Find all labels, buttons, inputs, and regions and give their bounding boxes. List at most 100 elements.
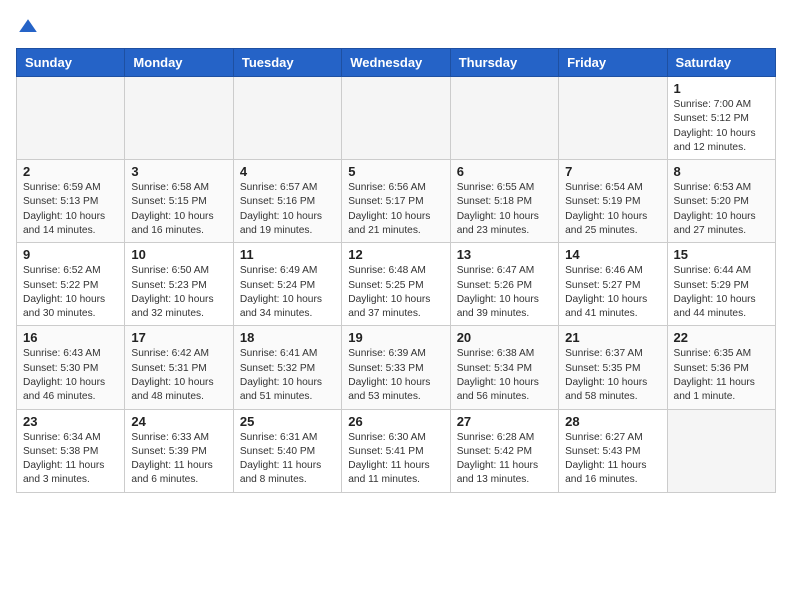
calendar-header-sunday: Sunday [17, 49, 125, 77]
day-number: 6 [457, 164, 552, 179]
day-number: 18 [240, 330, 335, 345]
day-info: Sunrise: 6:33 AM Sunset: 5:39 PM Dayligh… [131, 431, 226, 488]
calendar-cell: 11 Sunrise: 6:49 AM Sunset: 5:24 PM Dayli… [233, 243, 341, 326]
calendar-week-row: 9 Sunrise: 6:52 AM Sunset: 5:22 PM Daylig… [17, 243, 776, 326]
day-info: Sunrise: 6:28 AM Sunset: 5:42 PM Dayligh… [457, 431, 552, 488]
day-number: 21 [565, 330, 660, 345]
logo [16, 16, 44, 40]
calendar-cell [667, 409, 775, 492]
day-number: 19 [348, 330, 443, 345]
day-number: 17 [131, 330, 226, 345]
day-info: Sunrise: 6:52 AM Sunset: 5:22 PM Dayligh… [23, 264, 118, 321]
calendar-cell: 3 Sunrise: 6:58 AM Sunset: 5:15 PM Daylig… [125, 160, 233, 243]
calendar-cell: 6 Sunrise: 6:55 AM Sunset: 5:18 PM Daylig… [450, 160, 558, 243]
calendar-cell: 22 Sunrise: 6:35 AM Sunset: 5:36 PM Dayli… [667, 326, 775, 409]
calendar-header-row: SundayMondayTuesdayWednesdayThursdayFrid… [17, 49, 776, 77]
day-info: Sunrise: 6:53 AM Sunset: 5:20 PM Dayligh… [674, 181, 769, 238]
day-number: 26 [348, 414, 443, 429]
day-number: 22 [674, 330, 769, 345]
calendar-table: SundayMondayTuesdayWednesdayThursdayFrid… [16, 48, 776, 493]
calendar-cell [559, 77, 667, 160]
calendar-cell: 24 Sunrise: 6:33 AM Sunset: 5:39 PM Dayli… [125, 409, 233, 492]
day-info: Sunrise: 6:49 AM Sunset: 5:24 PM Dayligh… [240, 264, 335, 321]
calendar-week-row: 16 Sunrise: 6:43 AM Sunset: 5:30 PM Dayli… [17, 326, 776, 409]
day-number: 20 [457, 330, 552, 345]
calendar-cell [17, 77, 125, 160]
calendar-header-saturday: Saturday [667, 49, 775, 77]
calendar-cell: 7 Sunrise: 6:54 AM Sunset: 5:19 PM Daylig… [559, 160, 667, 243]
calendar-week-row: 23 Sunrise: 6:34 AM Sunset: 5:38 PM Dayli… [17, 409, 776, 492]
day-number: 3 [131, 164, 226, 179]
calendar-cell: 15 Sunrise: 6:44 AM Sunset: 5:29 PM Dayli… [667, 243, 775, 326]
day-number: 28 [565, 414, 660, 429]
day-number: 2 [23, 164, 118, 179]
calendar-cell: 1Sunrise: 7:00 AM Sunset: 5:12 PM Daylig… [667, 77, 775, 160]
day-number: 14 [565, 247, 660, 262]
calendar-cell: 20 Sunrise: 6:38 AM Sunset: 5:34 PM Dayli… [450, 326, 558, 409]
calendar-cell: 14 Sunrise: 6:46 AM Sunset: 5:27 PM Dayli… [559, 243, 667, 326]
day-number: 11 [240, 247, 335, 262]
calendar-week-row: 1Sunrise: 7:00 AM Sunset: 5:12 PM Daylig… [17, 77, 776, 160]
calendar-cell: 27 Sunrise: 6:28 AM Sunset: 5:42 PM Dayli… [450, 409, 558, 492]
calendar-cell: 28Sunrise: 6:27 AM Sunset: 5:43 PM Dayli… [559, 409, 667, 492]
calendar-cell: 21 Sunrise: 6:37 AM Sunset: 5:35 PM Dayli… [559, 326, 667, 409]
calendar-cell [125, 77, 233, 160]
calendar-cell: 17 Sunrise: 6:42 AM Sunset: 5:31 PM Dayli… [125, 326, 233, 409]
day-info: Sunrise: 6:46 AM Sunset: 5:27 PM Dayligh… [565, 264, 660, 321]
calendar-cell: 13Sunrise: 6:47 AM Sunset: 5:26 PM Dayli… [450, 243, 558, 326]
calendar-header-monday: Monday [125, 49, 233, 77]
calendar-cell: 4 Sunrise: 6:57 AM Sunset: 5:16 PM Daylig… [233, 160, 341, 243]
day-info: Sunrise: 6:50 AM Sunset: 5:23 PM Dayligh… [131, 264, 226, 321]
calendar-cell: 26 Sunrise: 6:30 AM Sunset: 5:41 PM Dayli… [342, 409, 450, 492]
day-info: Sunrise: 6:38 AM Sunset: 5:34 PM Dayligh… [457, 347, 552, 404]
day-number: 12 [348, 247, 443, 262]
day-info: Sunrise: 6:43 AM Sunset: 5:30 PM Dayligh… [23, 347, 118, 404]
calendar-cell: 16 Sunrise: 6:43 AM Sunset: 5:30 PM Dayli… [17, 326, 125, 409]
day-info: Sunrise: 6:57 AM Sunset: 5:16 PM Dayligh… [240, 181, 335, 238]
day-info: Sunrise: 6:59 AM Sunset: 5:13 PM Dayligh… [23, 181, 118, 238]
day-number: 10 [131, 247, 226, 262]
day-number: 24 [131, 414, 226, 429]
day-number: 4 [240, 164, 335, 179]
day-info: Sunrise: 7:00 AM Sunset: 5:12 PM Dayligh… [674, 98, 769, 155]
day-info: Sunrise: 6:48 AM Sunset: 5:25 PM Dayligh… [348, 264, 443, 321]
day-info: Sunrise: 6:35 AM Sunset: 5:36 PM Dayligh… [674, 347, 769, 404]
day-info: Sunrise: 6:34 AM Sunset: 5:38 PM Dayligh… [23, 431, 118, 488]
logo-icon [16, 16, 40, 40]
calendar-header-thursday: Thursday [450, 49, 558, 77]
day-info: Sunrise: 6:31 AM Sunset: 5:40 PM Dayligh… [240, 431, 335, 488]
day-number: 25 [240, 414, 335, 429]
day-number: 5 [348, 164, 443, 179]
day-number: 7 [565, 164, 660, 179]
day-info: Sunrise: 6:42 AM Sunset: 5:31 PM Dayligh… [131, 347, 226, 404]
day-number: 27 [457, 414, 552, 429]
calendar-header-friday: Friday [559, 49, 667, 77]
calendar-cell: 25 Sunrise: 6:31 AM Sunset: 5:40 PM Dayli… [233, 409, 341, 492]
day-number: 13 [457, 247, 552, 262]
day-info: Sunrise: 6:37 AM Sunset: 5:35 PM Dayligh… [565, 347, 660, 404]
day-info: Sunrise: 6:56 AM Sunset: 5:17 PM Dayligh… [348, 181, 443, 238]
day-info: Sunrise: 6:41 AM Sunset: 5:32 PM Dayligh… [240, 347, 335, 404]
calendar-cell: 8Sunrise: 6:53 AM Sunset: 5:20 PM Daylig… [667, 160, 775, 243]
calendar-cell: 10 Sunrise: 6:50 AM Sunset: 5:23 PM Dayli… [125, 243, 233, 326]
day-info: Sunrise: 6:54 AM Sunset: 5:19 PM Dayligh… [565, 181, 660, 238]
day-number: 16 [23, 330, 118, 345]
calendar-cell: 9 Sunrise: 6:52 AM Sunset: 5:22 PM Daylig… [17, 243, 125, 326]
calendar-cell: 2 Sunrise: 6:59 AM Sunset: 5:13 PM Daylig… [17, 160, 125, 243]
calendar-cell [233, 77, 341, 160]
calendar-cell [342, 77, 450, 160]
day-info: Sunrise: 6:30 AM Sunset: 5:41 PM Dayligh… [348, 431, 443, 488]
day-number: 15 [674, 247, 769, 262]
day-info: Sunrise: 6:39 AM Sunset: 5:33 PM Dayligh… [348, 347, 443, 404]
calendar-cell: 5 Sunrise: 6:56 AM Sunset: 5:17 PM Daylig… [342, 160, 450, 243]
calendar-week-row: 2 Sunrise: 6:59 AM Sunset: 5:13 PM Daylig… [17, 160, 776, 243]
calendar-cell: 12 Sunrise: 6:48 AM Sunset: 5:25 PM Dayli… [342, 243, 450, 326]
day-info: Sunrise: 6:44 AM Sunset: 5:29 PM Dayligh… [674, 264, 769, 321]
day-info: Sunrise: 6:55 AM Sunset: 5:18 PM Dayligh… [457, 181, 552, 238]
day-info: Sunrise: 6:58 AM Sunset: 5:15 PM Dayligh… [131, 181, 226, 238]
calendar-cell [450, 77, 558, 160]
day-number: 23 [23, 414, 118, 429]
day-number: 9 [23, 247, 118, 262]
page-header [16, 16, 776, 40]
calendar-cell: 19 Sunrise: 6:39 AM Sunset: 5:33 PM Dayli… [342, 326, 450, 409]
